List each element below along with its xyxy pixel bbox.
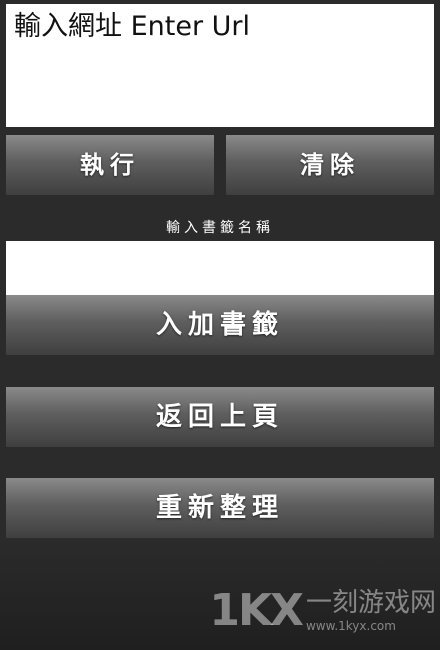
bookmark-name-label: 輸入書籤名稱 [166,220,274,236]
watermark-text: 一刻游戏网 [305,588,436,619]
refresh-button[interactable]: 重新整理 [6,478,434,538]
watermark-logo: 1KX [209,585,304,636]
execute-button[interactable]: 執行 [6,135,214,195]
url-input[interactable]: 輸入網址 Enter Url [6,4,434,127]
watermark-url: www.1kyx.com [305,619,396,634]
clear-button[interactable]: 清除 [226,135,434,195]
watermark: 1KX 一刻游戏网 www.1kyx.com [209,586,436,636]
back-button[interactable]: 返回上頁 [6,387,434,447]
add-bookmark-button[interactable]: 入加書籤 [6,295,434,355]
bookmark-name-input[interactable] [6,241,434,295]
